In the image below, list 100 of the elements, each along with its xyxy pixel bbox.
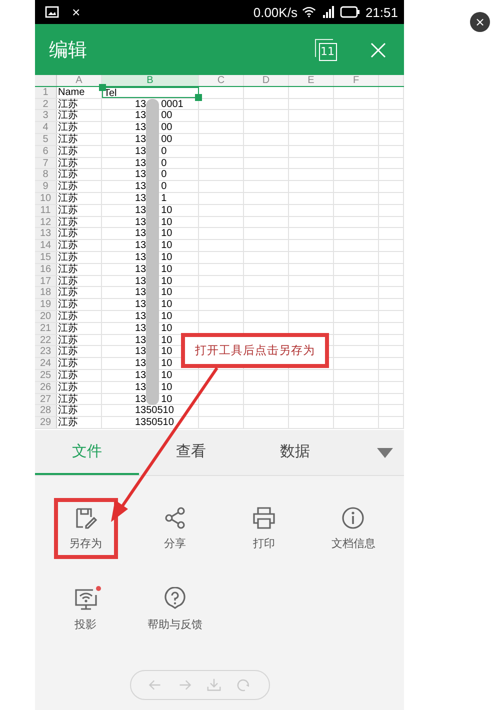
tab[interactable]: 查看	[139, 430, 243, 475]
selected-cell[interactable]: Tel	[102, 86, 199, 98]
row-number: 16	[35, 264, 57, 275]
table-cell: 江苏	[57, 322, 102, 334]
table-cell: 江苏	[57, 110, 102, 122]
table-cell: 13	[135, 146, 146, 157]
table-cell: 10	[161, 382, 172, 393]
table-cell: 江苏	[57, 264, 102, 275]
tool-button[interactable]: 分享	[142, 498, 207, 559]
table-cell: 13	[135, 122, 146, 133]
table-cell: 10	[161, 322, 172, 334]
table-cell: 江苏	[57, 216, 102, 228]
signal-icon	[321, 6, 336, 18]
table-cell: 江苏	[57, 370, 102, 381]
table-cell: 江苏	[57, 228, 102, 240]
close-button[interactable]: ×	[470, 12, 490, 32]
row-number: 25	[35, 370, 57, 381]
tab[interactable]: 数据	[243, 430, 347, 475]
table-cell: 13	[135, 98, 146, 110]
selection-handle[interactable]	[195, 94, 202, 101]
table-cell: 江苏	[57, 240, 102, 251]
table-cell: 江苏	[57, 181, 102, 192]
table-cell: 0	[161, 146, 167, 157]
table-cell: 江苏	[57, 146, 102, 157]
table-cell: 13	[135, 322, 146, 334]
table-cell: 江苏	[57, 276, 102, 286]
table-cell: 13	[135, 382, 146, 393]
table-cell: 10	[161, 264, 172, 275]
row-number: 1	[35, 86, 57, 98]
table-cell: 0	[161, 169, 167, 180]
refresh-icon[interactable]	[236, 678, 251, 692]
table-cell: 13	[135, 192, 146, 204]
table-cell: 1350510	[135, 405, 174, 416]
row-number: 6	[35, 146, 57, 157]
table-cell: 10	[161, 287, 172, 298]
table-cell: 13	[135, 169, 146, 180]
download-icon[interactable]	[207, 678, 222, 692]
table-cell: 10	[161, 299, 172, 310]
help-icon	[162, 587, 187, 611]
table-cell: 10	[161, 334, 172, 346]
table-cell: 江苏	[57, 358, 102, 369]
row-number: 29	[35, 417, 57, 428]
table-cell: 江苏	[57, 417, 102, 428]
select-all-corner[interactable]	[35, 75, 57, 86]
table-cell: 江苏	[57, 287, 102, 298]
table-cell: 13	[135, 264, 146, 275]
table-cell: 江苏	[57, 204, 102, 216]
row-number: 10	[35, 192, 57, 204]
table-cell: 0	[161, 181, 167, 192]
table-cell: 13	[135, 110, 146, 122]
network-speed: 0.00K/s	[253, 4, 298, 20]
forward-arrow-icon[interactable]	[178, 678, 192, 692]
notification-close-text: ×	[72, 4, 80, 20]
table-cell: 江苏	[57, 346, 102, 358]
table-cell: 江苏	[57, 394, 102, 404]
row-number: 27	[35, 394, 57, 404]
printer-icon	[252, 506, 276, 530]
table-cell: 10	[161, 370, 172, 381]
table-cell: 10	[161, 310, 172, 322]
table-cell: 10	[161, 358, 172, 369]
table-cell: 00	[161, 110, 172, 122]
table-cell: 13	[135, 394, 146, 404]
table-cell: 10	[161, 276, 172, 286]
dropdown-caret-icon[interactable]	[377, 448, 393, 458]
row-number: 28	[35, 405, 57, 416]
row-number: 14	[35, 240, 57, 251]
table-cell: 江苏	[57, 192, 102, 204]
table-cell: 江苏	[57, 382, 102, 393]
tool-button[interactable]: 打印	[232, 498, 296, 559]
image-icon	[45, 6, 59, 18]
close-button[interactable]: ×	[366, 36, 390, 64]
row-number: 5	[35, 134, 57, 145]
tool-button[interactable]: 帮助与反馈	[142, 579, 207, 640]
row-number: 7	[35, 158, 57, 168]
row-number: 22	[35, 334, 57, 346]
row-number: 13	[35, 228, 57, 240]
table-cell: 13	[135, 370, 146, 381]
table-cell: 13	[135, 158, 146, 168]
row-number: 15	[35, 252, 57, 263]
table-cell: 10	[161, 228, 172, 240]
table-cell: 13	[135, 346, 146, 358]
table-cell: 13	[135, 240, 146, 251]
table-cell: 13	[135, 181, 146, 192]
back-arrow-icon[interactable]	[148, 678, 162, 692]
table-cell: 江苏	[57, 252, 102, 263]
info-icon	[341, 506, 366, 530]
table-cell: 江苏	[57, 134, 102, 145]
table-cell: 江苏	[57, 98, 102, 110]
table-cell: 13	[135, 204, 146, 216]
row-number: 17	[35, 276, 57, 286]
table-cell: 10	[161, 204, 172, 216]
row-number: 2	[35, 98, 57, 110]
row-number: 19	[35, 299, 57, 310]
tool-button[interactable]: 投影	[54, 579, 118, 640]
table-cell: 13	[135, 134, 146, 145]
table-cell: 10	[161, 346, 172, 358]
annotation-callout: 打开工具后点击另存为	[181, 333, 329, 368]
table-cell: 10	[161, 240, 172, 251]
table-cell: 10	[161, 394, 172, 404]
tool-button[interactable]: 文档信息	[321, 498, 386, 559]
